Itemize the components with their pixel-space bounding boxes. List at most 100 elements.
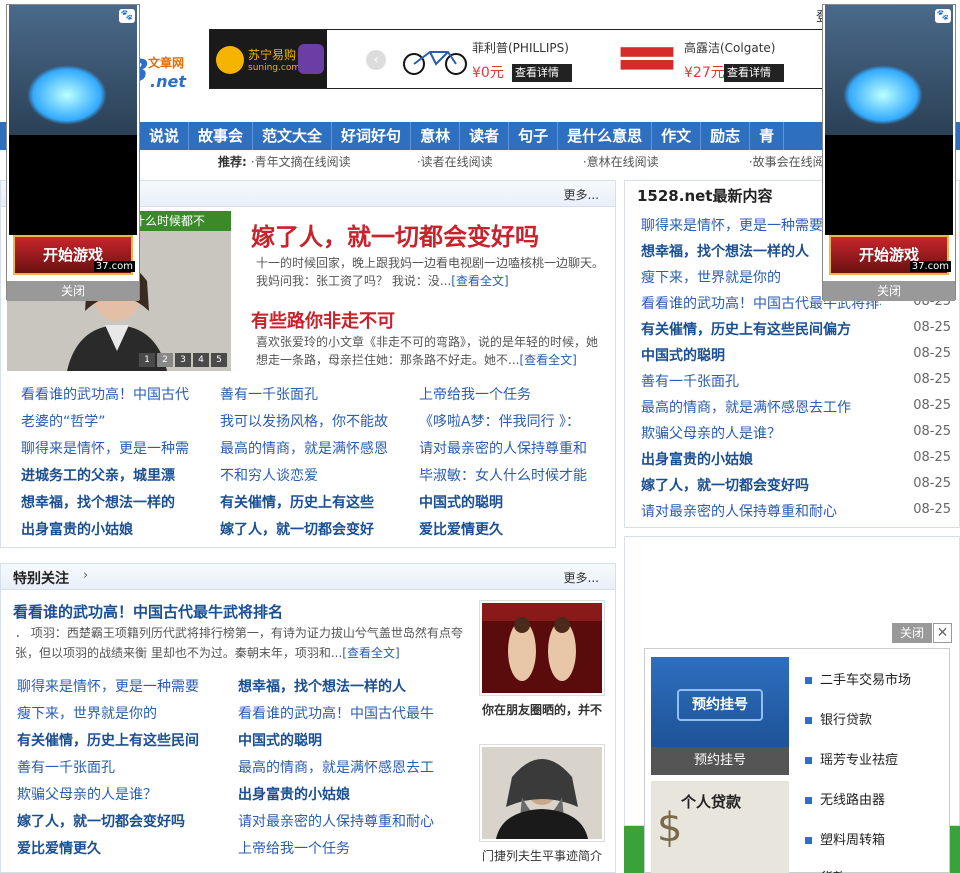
slide-dot[interactable]: 5 bbox=[211, 353, 227, 367]
recommend-link[interactable]: ·青年文摘在线阅读 bbox=[251, 153, 417, 170]
appointment-ad[interactable]: 预约挂号 预约挂号 bbox=[651, 657, 789, 775]
nav-item[interactable]: 是什么意思 bbox=[558, 122, 653, 150]
game-ad-close-button[interactable]: 关闭 bbox=[7, 281, 139, 301]
article-link[interactable]: 上帝给我一个任务 bbox=[419, 384, 609, 404]
slide-dot[interactable]: 4 bbox=[193, 353, 209, 367]
latest-link[interactable]: 善有一千张面孔 bbox=[641, 371, 881, 391]
special-headline[interactable]: 看看谁的武功高！中国古代最牛武将排名 bbox=[13, 601, 283, 622]
latest-link[interactable]: 欺骗父母亲的人是谁？ bbox=[641, 423, 881, 443]
special-pic-1[interactable] bbox=[479, 600, 605, 696]
nav-item[interactable]: 句子 bbox=[509, 122, 559, 150]
article-link[interactable]: 有关催情，历史上有这些 bbox=[220, 492, 410, 512]
article-link[interactable]: 瘦下来，世界就是你的 bbox=[17, 703, 232, 723]
article-link[interactable]: 爱比爱情更久 bbox=[419, 519, 609, 539]
article-link[interactable]: 出身富贵的小姑娘 bbox=[238, 784, 453, 804]
service-link[interactable]: 二手车交易市场 bbox=[805, 669, 911, 688]
service-link[interactable]: 银行贷款 bbox=[805, 709, 872, 728]
article-link[interactable]: 毕淑敏：女人什么时候才能 bbox=[419, 465, 609, 485]
article-link[interactable]: 最高的情商，就是满怀感恩 bbox=[220, 438, 410, 458]
article-link[interactable]: 请对最亲密的人保持尊重和 bbox=[419, 438, 609, 458]
article-link[interactable]: 看看谁的武功高！中国古代最牛 bbox=[238, 703, 453, 723]
nav-item[interactable]: 故事会 bbox=[189, 122, 254, 150]
portrait-image bbox=[482, 747, 602, 839]
recommend-bar: 推荐: ·青年文摘在线阅读 ·读者在线阅读 ·意林在线阅读 ·故事会在线阅 bbox=[218, 153, 838, 173]
headline-1[interactable]: 嫁了人，就一切都会变好吗 bbox=[251, 217, 539, 252]
article-link[interactable]: 中国式的聪明 bbox=[238, 730, 453, 750]
article-link[interactable]: 《哆啦A梦：伴我同行 》： bbox=[419, 411, 609, 431]
ad-product-2[interactable]: 高露洁(Colgate) ¥27元 查看详情 bbox=[612, 36, 812, 86]
special-pic-2-caption[interactable]: 门捷列夫生平事迹简介 bbox=[479, 847, 605, 864]
article-link[interactable]: 嫁了人，就一切都会变好 bbox=[220, 519, 410, 539]
article-link[interactable]: 我可以发扬风格，你不能故 bbox=[220, 411, 410, 431]
service-link[interactable]: 无线路由器 bbox=[805, 789, 885, 808]
ad-banner[interactable]: 苏宁易购 suning.com ‹ 菲利普(PHILLIPS) ¥0元 查看详情… bbox=[209, 29, 823, 89]
game-ad-close-button[interactable]: 关闭 bbox=[823, 281, 955, 301]
article-link[interactable]: 聊得来是情怀，更是一种需 bbox=[21, 438, 211, 458]
headline-2[interactable]: 有些路你非走不可 bbox=[251, 307, 395, 333]
article-link[interactable]: 想幸福，找个想法一样的人 bbox=[238, 676, 453, 696]
latest-link[interactable]: 请对最亲密的人保持尊重和耐心 bbox=[641, 501, 881, 521]
nav-item[interactable]: 读者 bbox=[460, 122, 510, 150]
latest-link[interactable]: 有关催情，历史上有这些民间偏方 bbox=[641, 319, 881, 339]
service-ad-close-label[interactable]: 关闭 bbox=[892, 623, 932, 643]
latest-link[interactable]: 出身富贵的小姑娘 bbox=[641, 449, 881, 469]
logo-net: .net bbox=[150, 72, 186, 91]
recommend-link[interactable]: ·读者在线阅读 bbox=[417, 153, 583, 170]
close-icon[interactable]: ✕ bbox=[933, 623, 952, 643]
service-link[interactable]: 货款 bbox=[805, 867, 846, 873]
game-ad-right[interactable]: 🐾 开始游戏 37.com 关闭 bbox=[822, 4, 956, 301]
nav-item[interactable]: 说说 bbox=[140, 122, 190, 150]
article-link[interactable]: 看看谁的武功高！中国古代 bbox=[21, 384, 211, 404]
nav-item[interactable]: 好词好句 bbox=[332, 122, 412, 150]
article-link[interactable]: 老婆的“哲学” bbox=[21, 411, 211, 431]
recommend-link[interactable]: ·意林在线阅读 bbox=[583, 153, 749, 170]
game-ad-left[interactable]: 🐾 开始游戏 37.com 关闭 bbox=[6, 4, 140, 301]
article-link[interactable]: 想幸福，找个想法一样的 bbox=[21, 492, 211, 512]
ad-product-2-button[interactable]: 查看详情 bbox=[724, 64, 784, 82]
special-more-full[interactable]: [查看全文] bbox=[342, 646, 399, 660]
slide-dot[interactable]: 1 bbox=[139, 353, 155, 367]
article-link[interactable]: 欺骗父母亲的人是谁？ bbox=[17, 784, 232, 804]
article-link[interactable]: 出身富贵的小姑娘 bbox=[21, 519, 211, 539]
slide-dot[interactable]: 2 bbox=[157, 353, 173, 367]
latest-link[interactable]: 中国式的聪明 bbox=[641, 345, 881, 365]
special-pic-2[interactable] bbox=[479, 744, 605, 842]
article-link[interactable]: 善有一千张面孔 bbox=[17, 757, 232, 777]
article-link[interactable]: 进城务工的父亲，城里漂 bbox=[21, 465, 211, 485]
service-ad: 预约挂号 预约挂号 个人贷款 $ 二手车交易市场 银行贷款 瑶芳专业祛痘 无线路… bbox=[644, 648, 950, 873]
loan-ad[interactable]: 个人贷款 $ bbox=[651, 781, 789, 873]
article-link[interactable]: 中国式的聪明 bbox=[419, 492, 609, 512]
article-link[interactable]: 上帝给我一个任务 bbox=[238, 838, 453, 858]
article-link[interactable]: 请对最亲密的人保持尊重和耐心 bbox=[238, 811, 453, 831]
headline-1-more[interactable]: [查看全文] bbox=[451, 274, 508, 288]
article-link[interactable]: 最高的情商，就是满怀感恩去工 bbox=[238, 757, 453, 777]
ad-product-1-button[interactable]: 查看详情 bbox=[512, 64, 572, 82]
feature-more-link[interactable]: 更多... bbox=[564, 186, 599, 203]
article-link[interactable]: 嫁了人，就一切都会变好吗 bbox=[17, 811, 232, 831]
special-pic-1-caption[interactable]: 你在朋友圈晒的，并不 bbox=[479, 701, 605, 719]
ad-product-1[interactable]: 菲利普(PHILLIPS) ¥0元 查看详情 bbox=[400, 36, 600, 86]
headline-2-more[interactable]: [查看全文] bbox=[519, 353, 576, 367]
article-link[interactable]: 不和穷人谈恋爱 bbox=[220, 465, 410, 485]
nav-item[interactable]: 意林 bbox=[411, 122, 461, 150]
nav-item[interactable]: 励志 bbox=[701, 122, 751, 150]
slide-dot[interactable]: 3 bbox=[175, 353, 191, 367]
latest-link[interactable]: 最高的情商，就是满怀感恩去工作 bbox=[641, 397, 881, 417]
nav-item[interactable]: 作文 bbox=[652, 122, 702, 150]
article-link[interactable]: 爱比爱情更久 bbox=[17, 838, 232, 858]
nav-item[interactable]: 范文大全 bbox=[253, 122, 333, 150]
service-link[interactable]: 塑料周转箱 bbox=[805, 829, 885, 848]
latest-date: 08-25 bbox=[913, 320, 951, 335]
latest-link[interactable]: 嫁了人，就一切都会变好吗 bbox=[641, 475, 881, 495]
article-link[interactable]: 聊得来是情怀，更是一种需要 bbox=[17, 676, 232, 696]
service-link[interactable]: 瑶芳专业祛痘 bbox=[805, 749, 898, 768]
nav-item[interactable]: 青 bbox=[750, 122, 785, 150]
special-desc: ． 项羽：西楚霸王项籍列历代武将排行榜第一，有诗为证力拔山兮气盖世岛然有点夸张，… bbox=[15, 623, 465, 663]
special-more-link[interactable]: 更多... bbox=[564, 569, 599, 586]
article-link[interactable]: 有关催情，历史上有这些民间 bbox=[17, 730, 232, 750]
article-link[interactable]: 善有一千张面孔 bbox=[220, 384, 410, 404]
prev-arrow-icon[interactable]: ‹ bbox=[366, 50, 386, 70]
latest-row: 请对最亲密的人保持尊重和耐心 08-25 bbox=[641, 501, 951, 521]
ad-product-1-name: 菲利普(PHILLIPS) bbox=[472, 41, 569, 55]
service-ad-close[interactable]: 关闭 ✕ bbox=[892, 623, 952, 643]
